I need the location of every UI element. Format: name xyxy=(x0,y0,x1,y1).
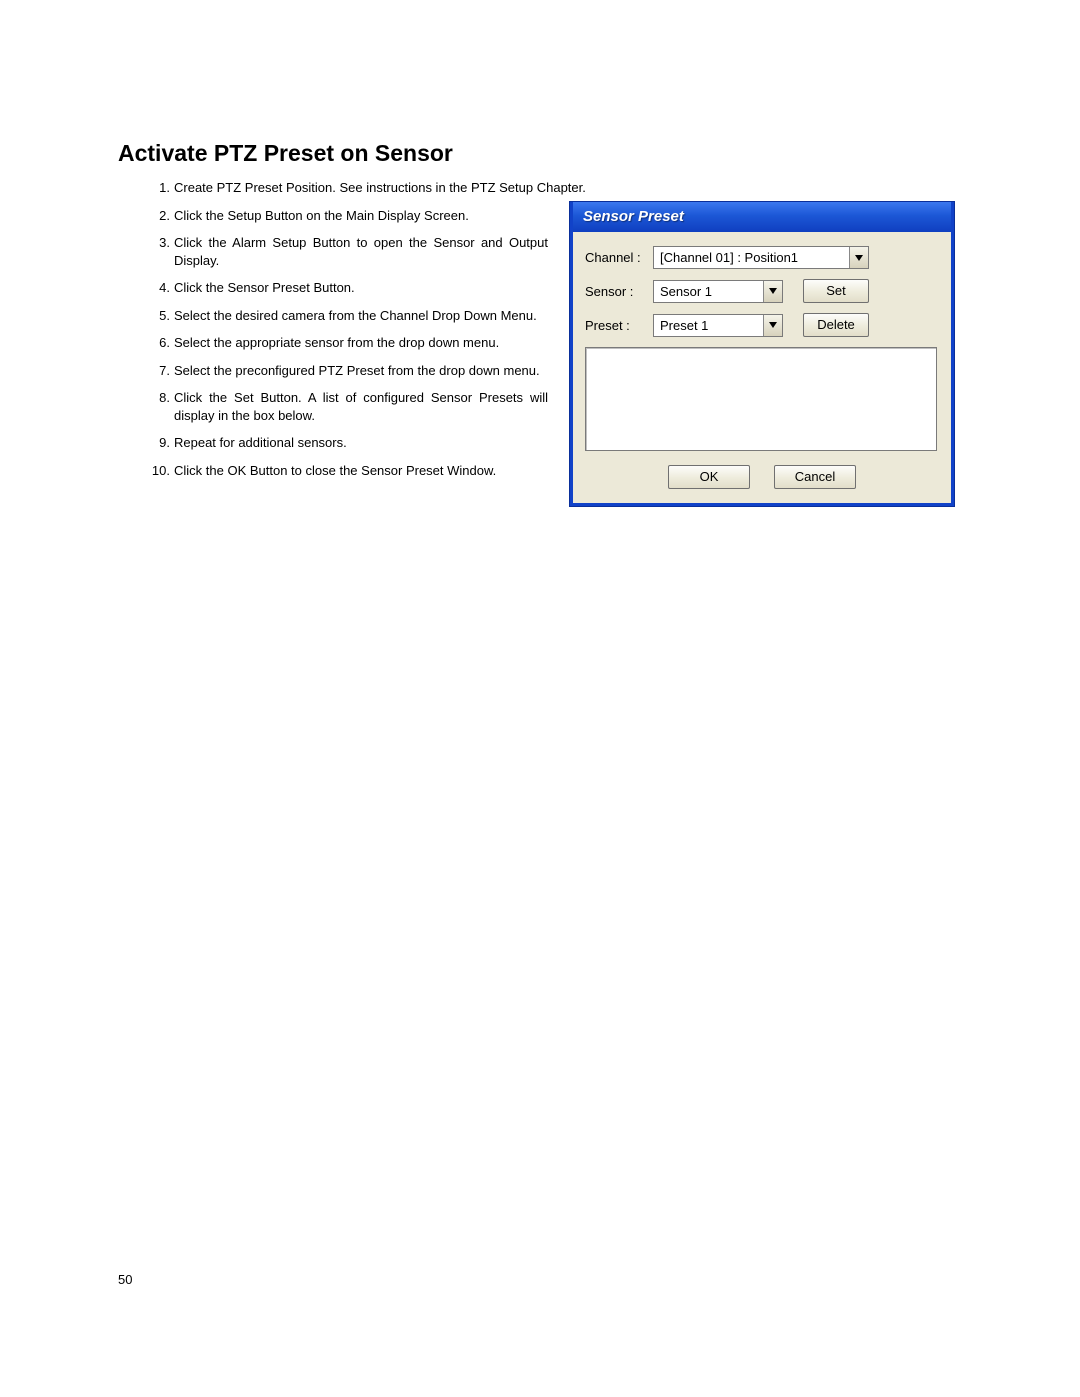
step-item: Click the Alarm Setup Button to open the… xyxy=(148,234,548,269)
step-item: Repeat for additional sensors. xyxy=(148,434,548,452)
preset-listbox[interactable] xyxy=(585,347,937,451)
dialog-titlebar: Sensor Preset xyxy=(573,202,951,232)
preset-label: Preset : xyxy=(585,318,653,333)
page-title: Activate PTZ Preset on Sensor xyxy=(118,140,980,167)
step-item: Select the preconfigured PTZ Preset from… xyxy=(148,362,548,380)
channel-dropdown[interactable]: [Channel 01] : Position1 xyxy=(653,246,869,269)
sensor-dropdown[interactable]: Sensor 1 xyxy=(653,280,783,303)
step-item: Create PTZ Preset Position. See instruct… xyxy=(148,179,694,197)
dialog-title: Sensor Preset xyxy=(583,208,684,225)
step-item: Click the Setup Button on the Main Displ… xyxy=(148,207,548,225)
step-item: Select the desired camera from the Chann… xyxy=(148,307,548,325)
chevron-down-icon[interactable] xyxy=(763,281,782,302)
sensor-preset-dialog: Sensor Preset Channel : [Channel 01] : P… xyxy=(570,202,954,506)
steps-list: Create PTZ Preset Position. See instruct… xyxy=(118,179,548,480)
step-item: Click the Set Button. A list of configur… xyxy=(148,389,548,424)
set-button[interactable]: Set xyxy=(803,279,869,303)
page-number: 50 xyxy=(118,1272,132,1287)
step-item: Click the OK Button to close the Sensor … xyxy=(148,462,548,480)
sensor-label: Sensor : xyxy=(585,284,653,299)
sensor-value: Sensor 1 xyxy=(654,284,763,299)
cancel-button[interactable]: Cancel xyxy=(774,465,856,489)
step-item: Select the appropriate sensor from the d… xyxy=(148,334,548,352)
chevron-down-icon[interactable] xyxy=(849,247,868,268)
delete-button[interactable]: Delete xyxy=(803,313,869,337)
preset-dropdown[interactable]: Preset 1 xyxy=(653,314,783,337)
ok-button[interactable]: OK xyxy=(668,465,750,489)
step-item: Click the Sensor Preset Button. xyxy=(148,279,548,297)
channel-value: [Channel 01] : Position1 xyxy=(654,250,849,265)
chevron-down-icon[interactable] xyxy=(763,315,782,336)
channel-label: Channel : xyxy=(585,250,653,265)
preset-value: Preset 1 xyxy=(654,318,763,333)
